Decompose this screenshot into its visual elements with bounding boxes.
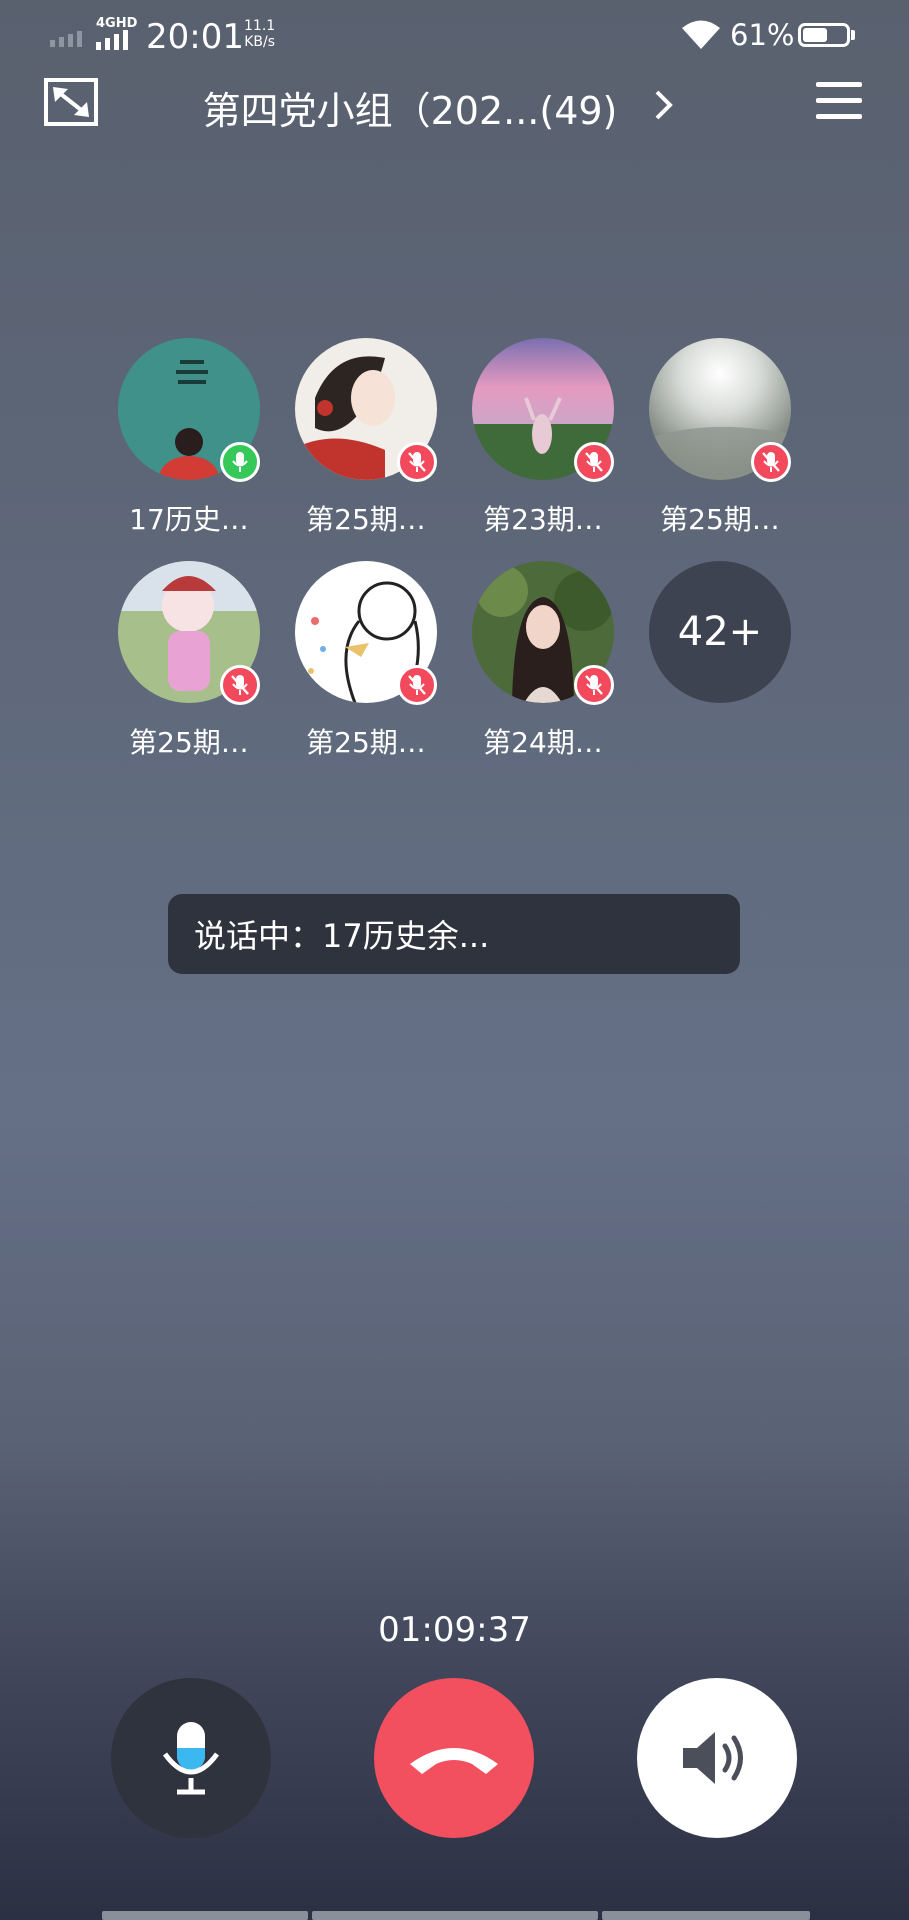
wifi-icon [682, 20, 720, 49]
participant-name: 第24期… [483, 726, 603, 759]
participant-name: 第25期… [306, 503, 426, 536]
participant-name: 第25期… [660, 503, 780, 536]
gesture-bar [602, 1911, 810, 1920]
chevron-right-icon[interactable] [652, 88, 676, 122]
group-call-title[interactable]: 第四党小组（202...(49) [160, 80, 660, 135]
hang-up-button[interactable] [374, 1678, 534, 1838]
mic-on-icon [220, 442, 260, 482]
mic-muted-icon [220, 665, 260, 705]
speed-value: 11.1 [244, 18, 276, 34]
mic-muted-icon [574, 665, 614, 705]
speaker-icon [683, 1732, 743, 1784]
speaker-button[interactable] [637, 1678, 797, 1838]
gesture-bar [102, 1911, 308, 1920]
minimize-window-icon[interactable] [44, 78, 98, 126]
status-bar: 4GHD 20:01 11.1 KB/s 61% [0, 0, 909, 75]
clock: 20:01 [146, 17, 244, 57]
microphone-icon [162, 1722, 220, 1795]
participant-name: 17历史… [129, 503, 249, 536]
call-duration: 01:09:37 [378, 1610, 531, 1650]
signal-weak-icon [50, 31, 82, 47]
gesture-bar [312, 1911, 598, 1920]
network-speed: 11.1 KB/s [244, 18, 275, 50]
mic-muted-icon [397, 665, 437, 705]
mic-muted-icon [574, 442, 614, 482]
speaking-text: 说话中：17历史余... [194, 917, 490, 955]
speed-unit: KB/s [244, 34, 275, 50]
mic-muted-icon [751, 442, 791, 482]
speaking-indicator: 说话中：17历史余... [168, 894, 740, 974]
battery-percent: 61% [730, 18, 795, 52]
network-type: 4GHD [96, 16, 138, 31]
signal-strong-icon [96, 30, 128, 50]
battery-icon [798, 23, 850, 47]
battery-level-fill [803, 28, 827, 42]
menu-icon[interactable] [816, 80, 862, 122]
participant-name: 第25期… [129, 726, 249, 759]
participant-name: 第25期… [306, 726, 426, 759]
mic-muted-icon [397, 442, 437, 482]
participant-name: 第23期… [483, 503, 603, 536]
hang-up-phone-icon [410, 1748, 498, 1774]
mute-microphone-button[interactable] [111, 1678, 271, 1838]
battery-tip [851, 30, 855, 40]
more-participants-button[interactable]: 42+ [649, 561, 791, 703]
